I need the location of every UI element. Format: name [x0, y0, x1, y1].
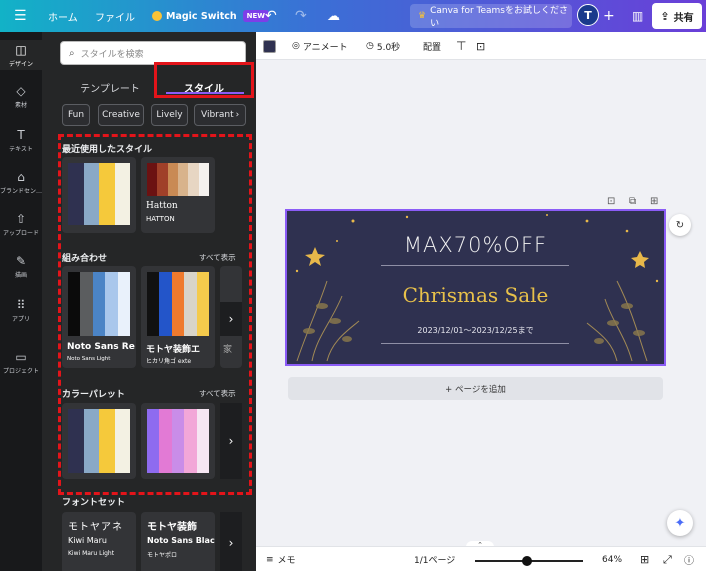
rail-label: テキスト — [9, 146, 33, 153]
redo-icon[interactable]: ↷ — [295, 0, 307, 32]
share-button[interactable]: ⇪ 共有 — [652, 3, 702, 29]
rail-label: アプリ — [11, 316, 30, 323]
rail-item-design[interactable]: ◫ デザイン — [0, 40, 42, 70]
undo-icon[interactable]: ↶ — [265, 0, 277, 32]
lock-icon[interactable]: ⊡ — [476, 32, 485, 60]
layout-icon: ◫ — [15, 43, 27, 57]
color-swatch-button[interactable] — [263, 40, 276, 53]
magic-assistant-icon[interactable]: ✦ — [667, 510, 693, 536]
plus-icon[interactable]: + — [603, 0, 615, 32]
font-preview-name: Noto Sans Black — [147, 536, 215, 545]
rail-label: 描画 — [14, 272, 27, 279]
grid-view-icon[interactable]: ⊞ — [640, 547, 649, 571]
paint-roller-icon[interactable]: ⊤ — [456, 32, 466, 60]
font-preview-title: モトヤアネ — [68, 522, 123, 533]
rail-item-draw[interactable]: ✎ 描画 — [0, 254, 42, 279]
menu-icon[interactable]: ☰ — [14, 0, 27, 32]
rail-item-brand[interactable]: ⌂ ブランドセン… — [0, 170, 42, 195]
avatar[interactable]: T — [577, 4, 599, 26]
comment-refresh-icon[interactable]: ↻ — [669, 214, 691, 236]
animate-button[interactable]: ◎ アニメート — [292, 32, 348, 60]
share-label: 共有 — [673, 12, 694, 24]
page-indicator[interactable]: 1/1ページ — [414, 547, 455, 571]
duration-label: 5.0秒 — [376, 42, 401, 53]
add-page-button[interactable]: + ページを追加 — [288, 377, 663, 400]
fullscreen-icon[interactable]: ⤢ — [663, 547, 672, 571]
crown-icon — [152, 11, 162, 21]
design-sale-text: Chrismas Sale — [402, 283, 549, 307]
rail-item-apps[interactable]: ⠿ アプリ — [0, 298, 42, 323]
chevron-right-icon[interactable]: › — [220, 512, 242, 571]
cloud-sync-icon[interactable]: ☁ — [327, 0, 340, 32]
chip-vibrant[interactable]: Vibrant › — [194, 104, 246, 126]
left-rail: ◫ デザイン ◇ 素材 T テキスト ⌂ ブランドセン… ⇧ アップロード ✎ … — [0, 32, 42, 571]
duplicate-icon[interactable]: ⧉ — [629, 196, 636, 207]
design-canvas[interactable]: MAX70%OFF Chrismas Sale 2023/12/01〜2023/… — [285, 209, 666, 366]
rail-label: ブランドセン… — [0, 188, 43, 195]
lock-icon[interactable]: ⊡ — [607, 196, 615, 207]
magic-switch-label: Magic Switch — [166, 10, 237, 22]
apps-icon: ⠿ — [16, 298, 26, 312]
position-button[interactable]: 配置 — [423, 32, 441, 60]
crown-icon: ♛ — [418, 11, 427, 21]
highlight-box — [154, 62, 254, 98]
rail-item-projects[interactable]: ▭ プロジェクト — [0, 350, 42, 375]
divider — [381, 265, 569, 266]
font-preview-sub: Kiwi Maru Light — [68, 550, 115, 557]
teams-trial-button[interactable]: ♛ Canva for Teamsをお試しください — [410, 4, 572, 29]
notes-button[interactable]: ≡ メモ — [266, 547, 296, 571]
font-preview-name: Kiwi Maru — [68, 536, 107, 545]
notes-icon: ≡ — [266, 554, 274, 565]
tab-templates[interactable]: テンプレート — [60, 76, 160, 98]
rail-label: デザイン — [8, 61, 33, 68]
rail-label: プロジェクト — [2, 368, 39, 375]
rail-item-elements[interactable]: ◇ 素材 — [0, 84, 42, 109]
chip-creative[interactable]: Creative — [98, 104, 144, 126]
folder-icon: ▭ — [15, 350, 27, 364]
draw-icon: ✎ — [15, 254, 27, 268]
text-icon: T — [17, 128, 25, 142]
animate-label: アニメート — [302, 42, 348, 53]
search-icon: ⌕ — [69, 47, 75, 59]
zoom-level[interactable]: 64% — [602, 547, 622, 571]
file-menu[interactable]: ファイル — [95, 0, 135, 32]
rail-item-uploads[interactable]: ⇧ アップロード — [0, 212, 42, 237]
editor-toolbar: ◎ アニメート ◷ 5.0秒 配置 ⊤ ⊡ — [256, 32, 706, 60]
upload-icon: ⇧ — [15, 212, 27, 226]
section-title-fontsets: フォントセット — [62, 498, 126, 508]
notes-label: メモ — [277, 556, 296, 566]
highlight-dashed-box — [58, 134, 252, 495]
divider — [381, 343, 569, 344]
chip-label: Vibrant — [201, 110, 234, 120]
rail-label: アップロード — [2, 230, 39, 237]
fontset-card-1[interactable]: モトヤアネ Kiwi Maru Kiwi Maru Light — [62, 512, 136, 571]
chevron-right-icon: › — [235, 110, 240, 120]
chip-fun[interactable]: Fun — [62, 104, 90, 126]
chip-lively[interactable]: Lively — [151, 104, 188, 126]
animate-icon: ◎ — [292, 41, 300, 51]
fontset-card-2[interactable]: モトヤ装飾 Noto Sans Black モトヤポロ — [141, 512, 215, 571]
rail-item-text[interactable]: T テキスト — [0, 128, 42, 153]
font-preview-sub: モトヤポロ — [147, 552, 178, 559]
help-icon[interactable]: ⓘ — [684, 547, 694, 571]
top-bar: ☰ ホーム ファイル Magic Switch NEW ↶ ↷ ☁ ♛ Canv… — [0, 0, 706, 32]
magic-switch-button[interactable]: Magic Switch NEW — [152, 0, 270, 32]
home-link[interactable]: ホーム — [48, 0, 78, 32]
design-title: MAX70%OFF — [403, 233, 548, 257]
teams-trial-label: Canva for Teamsをお試しください — [430, 6, 568, 29]
zoom-slider-handle[interactable] — [522, 556, 532, 566]
bottom-bar: ≡ メモ 1/1ページ 64% ⊞ ⤢ ⓘ — [256, 546, 706, 571]
upload-icon: ⇪ — [660, 9, 670, 23]
add-page-icon[interactable]: ⊞ — [650, 196, 658, 207]
duration-button[interactable]: ◷ 5.0秒 — [366, 32, 400, 60]
font-preview-title: モトヤ装飾 — [147, 522, 197, 533]
search-placeholder: スタイルを検索 — [80, 49, 144, 60]
brand-icon: ⌂ — [17, 170, 25, 184]
rail-label: 素材 — [14, 102, 27, 109]
shapes-icon: ◇ — [16, 84, 26, 98]
clock-icon: ◷ — [366, 41, 374, 51]
design-date-text: 2023/12/01〜2023/12/25まで — [417, 326, 534, 335]
insights-icon[interactable]: ▥ — [632, 0, 643, 32]
